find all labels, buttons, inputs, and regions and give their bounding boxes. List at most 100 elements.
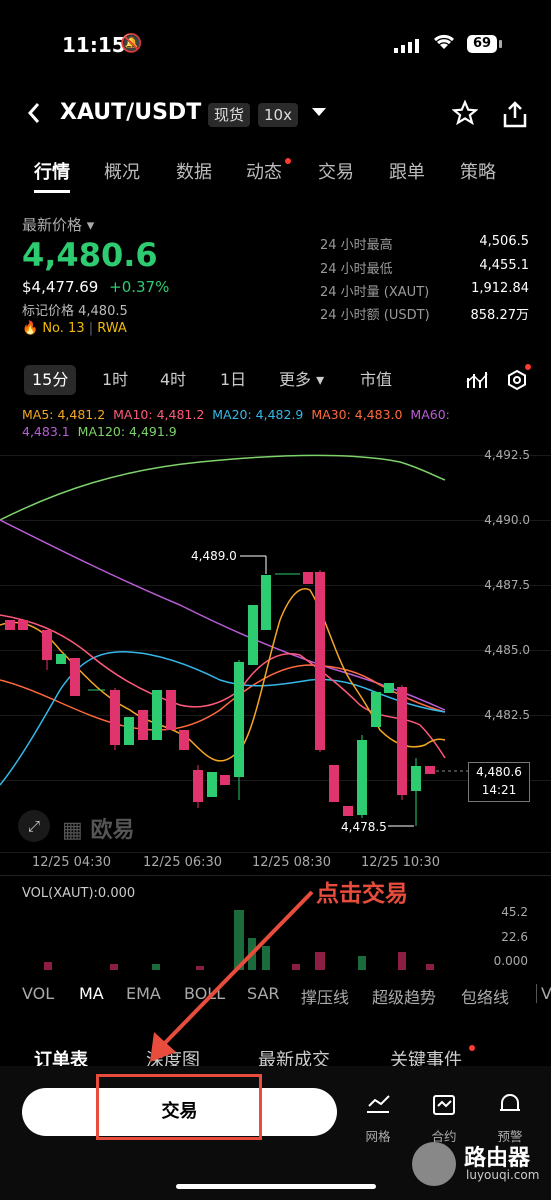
stat-value: 858.27万 — [470, 308, 530, 323]
rank-row[interactable]: 🔥 No. 13 | RWA — [22, 321, 127, 336]
y-tick: 4,482.5 — [484, 708, 530, 722]
stat-value: 4,506.5 — [479, 234, 529, 249]
chart-settings-icon[interactable] — [506, 369, 528, 395]
stat-value: 1,912.84 — [471, 281, 529, 296]
high-label: 4,489.0 — [191, 549, 237, 563]
vol-tick: 0.000 — [493, 954, 528, 968]
indicator-envelope[interactable]: 包络线 — [461, 984, 509, 1008]
candle-countdown: 14:21 — [481, 783, 517, 797]
y-tick: 4,490.0 — [484, 513, 530, 527]
y-tick: 4,485.0 — [484, 643, 530, 657]
back-arrow-icon[interactable] — [26, 100, 42, 133]
contract-icon[interactable] — [424, 1092, 464, 1122]
timeframe-marketcap[interactable]: 市值 — [360, 365, 392, 395]
indicator-more[interactable]: V — [536, 984, 551, 1003]
ma30-legend: MA30: 4,483.0 — [311, 407, 403, 422]
site-watermark-url: luyouqi.com — [466, 1168, 540, 1182]
rwa-tag: RWA — [97, 321, 127, 336]
grid-label: 网格 — [365, 1129, 391, 1144]
market-type-chip: 现货 — [208, 103, 251, 127]
tab-overview[interactable]: 概况 — [104, 158, 140, 184]
ma-legend-row2: 4,483.1 MA120: 4,491.9 — [22, 424, 177, 439]
favorite-star-icon[interactable] — [451, 99, 479, 133]
timeframe-more[interactable]: 更多 ▾ — [279, 365, 324, 395]
x-tick: 12/25 04:30 — [32, 855, 112, 870]
vol-tick: 45.2 — [501, 905, 528, 919]
current-price-value: 4,480.6 — [476, 765, 522, 779]
candles — [5, 570, 435, 826]
timeframe-1d[interactable]: 1日 — [220, 365, 246, 395]
volume-divider — [0, 875, 551, 876]
indicator-ma[interactable]: MA — [79, 984, 104, 1003]
tab-market[interactable]: 行情 — [34, 158, 70, 184]
battery-icon: 69 — [467, 35, 497, 53]
y-tick: 4,492.5 — [484, 448, 530, 462]
indicator-boll[interactable]: BOLL — [184, 984, 225, 1003]
settings-red-dot — [525, 364, 531, 370]
ma120-legend: MA120: 4,491.9 — [77, 424, 177, 439]
indicator-ema[interactable]: EMA — [126, 984, 161, 1003]
okx-watermark: ▦ 欧易 — [62, 818, 135, 843]
wifi-icon — [432, 32, 456, 55]
x-tick: 12/25 08:30 — [252, 855, 332, 870]
active-tab-underline — [34, 190, 70, 193]
tab-news[interactable]: 动态 — [246, 158, 282, 184]
price-change: +0.37% — [109, 278, 170, 296]
fullscreen-icon[interactable]: ⤢ — [18, 810, 50, 842]
ma60-value: 4,483.1 — [22, 424, 70, 439]
usd-price-row: $4,477.69 +0.37% — [22, 278, 169, 296]
home-indicator[interactable] — [176, 1184, 376, 1189]
tab-strategy[interactable]: 策略 — [460, 158, 496, 184]
ma5-legend: MA5: 4,481.2 — [22, 407, 106, 422]
ma5-line — [0, 588, 446, 762]
indicator-supertrend[interactable]: 超级趋势 — [372, 984, 436, 1008]
timeframe-4h[interactable]: 4时 — [160, 365, 186, 395]
fire-icon: 🔥 — [22, 321, 39, 336]
tab-copy-trade[interactable]: 跟单 — [389, 158, 425, 184]
usd-price: $4,477.69 — [22, 278, 99, 296]
annotation-text: 点击交易 — [316, 881, 408, 907]
indicator-sar[interactable]: SAR — [247, 984, 280, 1003]
router-logo-icon — [412, 1142, 456, 1186]
stat-label: 24 小时最高 — [320, 238, 393, 253]
x-tick: 12/25 06:30 — [143, 855, 223, 870]
annotation-highlight-box — [96, 1074, 262, 1140]
ma10-legend: MA10: 4,481.2 — [113, 407, 205, 422]
news-red-dot — [285, 158, 291, 164]
ma20-legend: MA20: 4,482.9 — [212, 407, 304, 422]
stat-label: 24 小时最低 — [320, 262, 393, 277]
tab-trade[interactable]: 交易 — [318, 158, 354, 184]
mark-price: 标记价格 4,480.5 — [22, 304, 128, 319]
leverage-chip: 10x — [258, 103, 298, 127]
indicator-support[interactable]: 撑压线 — [301, 984, 349, 1008]
silent-bell-icon: 🔕 — [120, 33, 143, 54]
indicator-vol[interactable]: VOL — [22, 984, 54, 1003]
share-icon[interactable] — [502, 100, 528, 132]
stat-label: 24 小时量 (XAUT) — [320, 285, 430, 300]
alert-bell-icon[interactable] — [490, 1092, 530, 1122]
events-red-dot — [469, 1045, 475, 1051]
current-price-tag: 4,480.6 14:21 — [468, 762, 530, 802]
timeframe-15m[interactable]: 15分 — [24, 365, 77, 395]
ma120-line — [0, 454, 446, 521]
trading-pair-title[interactable]: XAUT/USDT — [60, 100, 201, 125]
low-label: 4,478.5 — [341, 820, 387, 834]
okx-logo-icon: ▦ — [62, 818, 83, 843]
pair-dropdown-icon[interactable] — [312, 108, 326, 116]
y-tick: 4,487.5 — [484, 578, 530, 592]
ma60-legend: MA60: — [410, 407, 450, 422]
latest-price-label[interactable]: 最新价格 ▾ — [22, 214, 94, 235]
stat-label: 24 小时额 (USDT) — [320, 308, 430, 323]
x-tick: 12/25 10:30 — [361, 855, 441, 870]
timeframe-1h[interactable]: 1时 — [102, 365, 128, 395]
grid-icon[interactable] — [358, 1092, 398, 1122]
indicator-chart-icon[interactable] — [466, 370, 488, 394]
volume-bars — [44, 910, 434, 970]
tab-data[interactable]: 数据 — [176, 158, 212, 184]
vol-tick: 22.6 — [501, 930, 528, 944]
stat-value: 4,455.1 — [479, 258, 529, 273]
last-price: 4,480.6 — [22, 236, 158, 274]
cellular-signal-icon — [394, 38, 422, 57]
rank-number: No. 13 — [42, 321, 85, 336]
battery-tip — [499, 40, 502, 48]
